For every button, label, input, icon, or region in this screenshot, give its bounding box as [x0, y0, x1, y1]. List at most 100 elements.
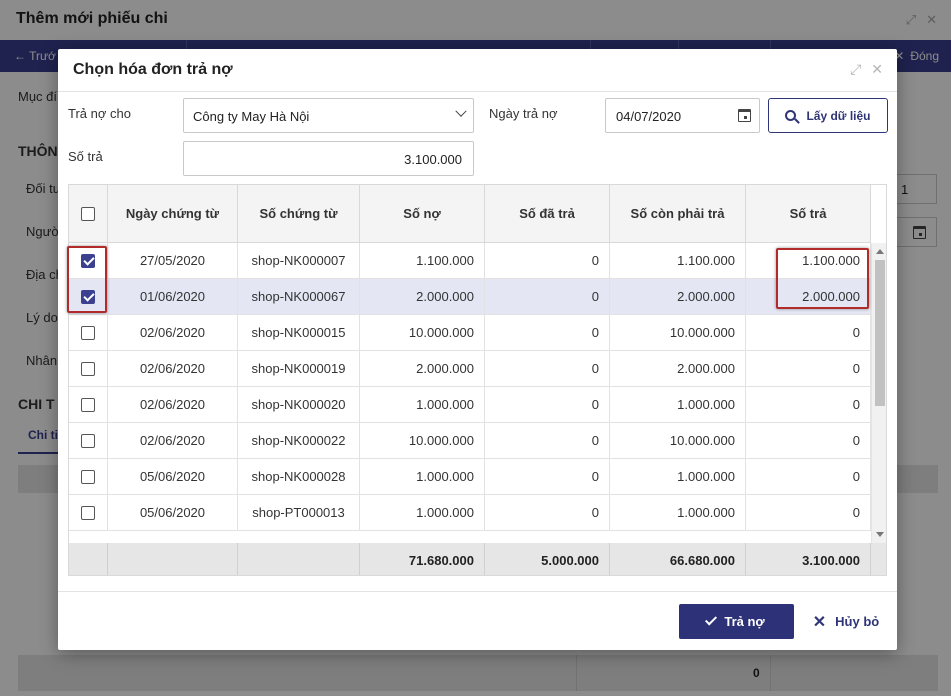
cell-ngay-chung-tu: 05/06/2020 — [108, 495, 238, 530]
cell-so-con-phai-tra: 10.000.000 — [610, 315, 746, 350]
row-checkbox[interactable] — [81, 505, 95, 520]
table-row[interactable]: 02/06/2020 shop-NK000020 1.000.000 0 1.000.0… — [69, 387, 871, 423]
cell-so-no: 2.000.000 — [360, 279, 485, 314]
cell-so-con-phai-tra: 1.000.000 — [610, 495, 746, 530]
cell-ngay-chung-tu: 05/06/2020 — [108, 459, 238, 494]
row-checkbox-cell — [69, 351, 108, 386]
cell-ngay-chung-tu: 27/05/2020 — [108, 243, 238, 278]
row-checkbox[interactable] — [81, 469, 95, 484]
close-icon: ✕ — [812, 613, 827, 631]
table-row[interactable]: 05/06/2020 shop-NK000028 1.000.000 0 1.000.0… — [69, 459, 871, 495]
row-checkbox-cell — [69, 315, 108, 350]
tra-no-cho-label: Trả nợ cho — [68, 106, 131, 121]
col-so-tra[interactable]: Số trả — [746, 185, 871, 242]
cell-so-da-tra: 0 — [485, 279, 610, 314]
grid-header: Ngày chứng từ Số chứng từ Số nợ Số đã tr… — [69, 185, 871, 243]
cell-so-tra[interactable]: 0 — [746, 387, 871, 422]
ngay-tra-no-input[interactable]: 04/07/2020 — [605, 98, 760, 133]
col-so-chung-tu[interactable]: Số chứng từ — [238, 185, 360, 242]
row-checkbox-cell — [69, 459, 108, 494]
check-icon — [705, 613, 718, 626]
table-row[interactable]: 02/06/2020 shop-NK000015 10.000.000 0 10.000… — [69, 315, 871, 351]
cell-so-no: 1.000.000 — [360, 459, 485, 494]
row-checkbox[interactable] — [81, 325, 95, 340]
cell-so-tra[interactable]: 0 — [746, 459, 871, 494]
table-row[interactable]: 02/06/2020 shop-NK000019 2.000.000 0 2.000.0… — [69, 351, 871, 387]
cell-so-chung-tu: shop-NK000028 — [238, 459, 360, 494]
invoice-grid: Ngày chứng từ Số chứng từ Số nợ Số đã tr… — [68, 184, 887, 576]
cell-so-da-tra: 0 — [485, 351, 610, 386]
scroll-thumb[interactable] — [875, 260, 885, 406]
calendar-icon[interactable] — [738, 109, 751, 122]
cell-so-chung-tu: shop-PT000013 — [238, 495, 360, 530]
cell-ngay-chung-tu: 02/06/2020 — [108, 315, 238, 350]
expand-icon[interactable]: ⤢ — [850, 61, 861, 78]
cell-so-tra[interactable]: 0 — [746, 315, 871, 350]
row-checkbox-cell — [69, 495, 108, 530]
cell-so-no: 1.000.000 — [360, 387, 485, 422]
col-ngay-chung-tu[interactable]: Ngày chứng từ — [108, 185, 238, 242]
cell-so-chung-tu: shop-NK000019 — [238, 351, 360, 386]
cell-so-con-phai-tra: 2.000.000 — [610, 279, 746, 314]
cell-so-tra[interactable]: 0 — [746, 423, 871, 458]
col-so-da-tra[interactable]: Số đã trả — [485, 185, 610, 242]
table-row[interactable]: 27/05/2020 shop-NK000007 1.100.000 0 1.100.0… — [69, 243, 871, 279]
cell-so-no: 10.000.000 — [360, 423, 485, 458]
cell-ngay-chung-tu: 02/06/2020 — [108, 423, 238, 458]
cell-so-chung-tu: shop-NK000022 — [238, 423, 360, 458]
cell-ngay-chung-tu: 02/06/2020 — [108, 351, 238, 386]
tra-no-cho-select[interactable]: Công ty May Hà Nội — [183, 98, 474, 133]
highlight-pay-values — [776, 248, 869, 309]
grid-scrollbar[interactable] — [871, 243, 886, 543]
cell-so-no: 1.000.000 — [360, 495, 485, 530]
cancel-button[interactable]: ✕ Hủy bỏ — [804, 604, 888, 639]
col-so-con-phai-tra[interactable]: Số còn phải trả — [610, 185, 746, 242]
cell-so-da-tra: 0 — [485, 459, 610, 494]
total-so-tra: 3.100.000 — [746, 543, 871, 575]
select-all-checkbox[interactable] — [81, 206, 95, 221]
cell-so-con-phai-tra: 1.000.000 — [610, 459, 746, 494]
total-so-no: 71.680.000 — [360, 543, 485, 575]
cell-so-no: 10.000.000 — [360, 315, 485, 350]
chevron-down-icon — [455, 105, 467, 117]
total-so-da-tra: 5.000.000 — [485, 543, 610, 575]
cell-so-no: 1.100.000 — [360, 243, 485, 278]
cell-so-con-phai-tra: 1.000.000 — [610, 387, 746, 422]
cell-ngay-chung-tu: 01/06/2020 — [108, 279, 238, 314]
invoice-dialog: Chọn hóa đơn trả nợ ⤢ ✕ Trả nợ cho Công … — [58, 49, 897, 650]
row-checkbox[interactable] — [81, 361, 95, 376]
row-checkbox[interactable] — [81, 397, 95, 412]
cell-so-tra[interactable]: 0 — [746, 351, 871, 386]
table-row[interactable]: 01/06/2020 shop-NK000067 2.000.000 0 2.000.0… — [69, 279, 871, 315]
cell-so-da-tra: 0 — [485, 387, 610, 422]
grid-footer: 71.680.000 5.000.000 66.680.000 3.100.00… — [69, 543, 886, 575]
row-checkbox-cell — [69, 387, 108, 422]
total-so-con-phai-tra: 66.680.000 — [610, 543, 746, 575]
cell-so-da-tra: 0 — [485, 495, 610, 530]
search-icon — [785, 110, 797, 121]
tra-no-button[interactable]: Trả nợ — [679, 604, 794, 639]
cell-so-chung-tu: shop-NK000020 — [238, 387, 360, 422]
scroll-up-icon[interactable] — [876, 249, 884, 254]
close-icon[interactable]: ✕ — [871, 61, 883, 78]
cell-so-con-phai-tra: 10.000.000 — [610, 423, 746, 458]
table-row[interactable]: 05/06/2020 shop-PT000013 1.000.000 0 1.000.0… — [69, 495, 871, 531]
ngay-tra-no-label: Ngày trả nợ — [489, 106, 558, 121]
scroll-down-icon[interactable] — [876, 532, 884, 537]
fetch-data-button[interactable]: Lấy dữ liệu — [768, 98, 888, 133]
select-all-cell — [69, 185, 108, 242]
cell-so-da-tra: 0 — [485, 243, 610, 278]
col-so-no[interactable]: Số nợ — [360, 185, 485, 242]
row-checkbox-cell — [69, 423, 108, 458]
cell-so-tra[interactable]: 0 — [746, 495, 871, 530]
cell-so-chung-tu: shop-NK000067 — [238, 279, 360, 314]
so-tra-input[interactable]: 3.100.000 — [183, 141, 474, 176]
cell-so-no: 2.000.000 — [360, 351, 485, 386]
cell-so-chung-tu: shop-NK000007 — [238, 243, 360, 278]
cell-so-chung-tu: shop-NK000015 — [238, 315, 360, 350]
cell-so-con-phai-tra: 1.100.000 — [610, 243, 746, 278]
highlight-checkboxes — [67, 246, 107, 313]
row-checkbox[interactable] — [81, 433, 95, 448]
cell-so-da-tra: 0 — [485, 423, 610, 458]
table-row[interactable]: 02/06/2020 shop-NK000022 10.000.000 0 10.000… — [69, 423, 871, 459]
